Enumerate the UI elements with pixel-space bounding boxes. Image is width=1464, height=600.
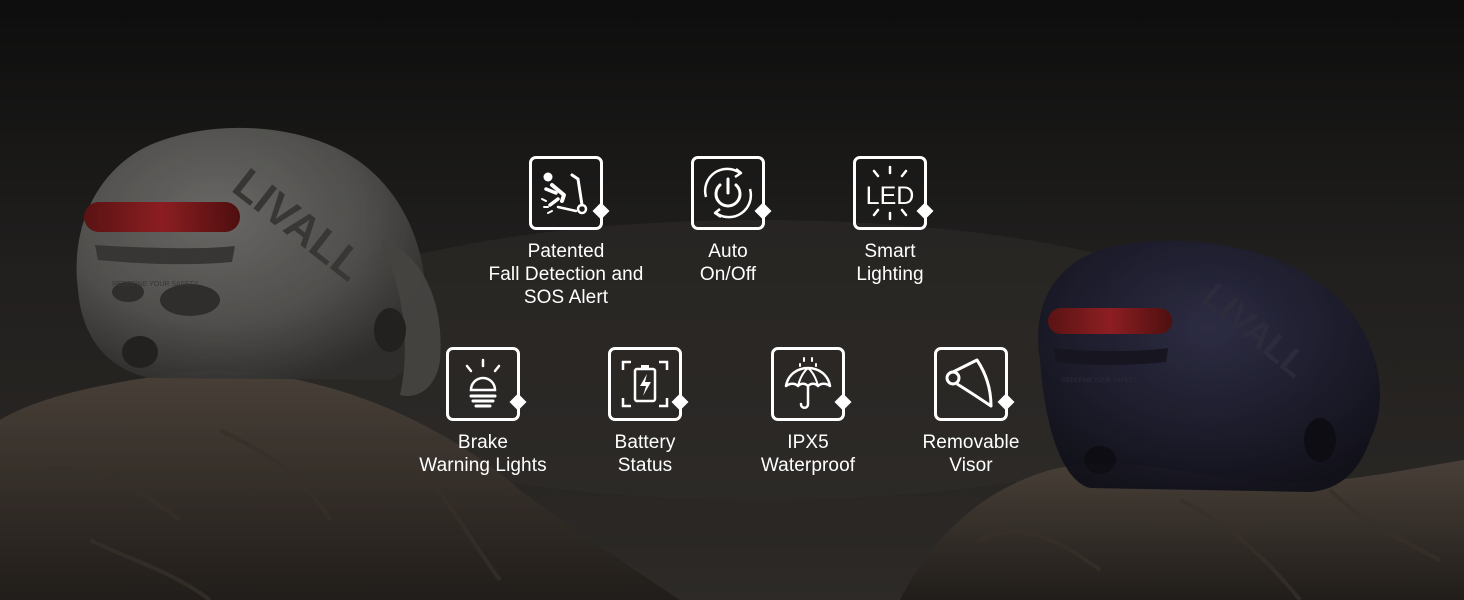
- power-cycle-icon: [703, 167, 753, 219]
- brake-light-icon: [465, 358, 501, 408]
- feature-label: Battery Status: [614, 432, 676, 476]
- power-cycle-icon-frame: [691, 156, 772, 230]
- feature-label: Brake Warning Lights: [419, 432, 547, 476]
- led-icon: LED: [866, 165, 915, 221]
- umbrella-icon-frame: [771, 347, 852, 421]
- feature-removable-visor: Removable Visor: [881, 347, 1061, 477]
- background-scene: LIVALL REDEFINE YOUR SAFETY LIVALL REDEF…: [0, 0, 1464, 600]
- led-icon-frame: LED: [853, 156, 934, 230]
- brake-light-icon-frame: [446, 347, 527, 421]
- feature-label: IPX5 Waterproof: [760, 432, 856, 476]
- battery-icon-frame: [608, 347, 689, 421]
- visor-icon: [945, 358, 993, 408]
- visor-icon-frame: [934, 347, 1015, 421]
- feature-label: Patented Fall Detection and SOS Alert: [488, 241, 644, 308]
- battery-icon: [621, 360, 669, 408]
- feature-label: Smart Lighting: [856, 241, 924, 285]
- fall-detection-icon: [541, 172, 588, 215]
- feature-brake-warning: Brake Warning Lights: [393, 347, 573, 477]
- fall-detection-icon-frame: [529, 156, 610, 230]
- svg-text:LED: LED: [866, 182, 915, 210]
- feature-battery-status: Battery Status: [555, 347, 735, 477]
- feature-fall-detection: Patented Fall Detection and SOS Alert: [476, 156, 656, 309]
- feature-waterproof: IPX5 Waterproof: [718, 347, 898, 477]
- feature-smart-lighting: LED Smart Lighting: [800, 156, 980, 286]
- feature-label: Auto On/Off: [699, 241, 757, 285]
- feature-auto-on-off: Auto On/Off: [638, 156, 818, 286]
- umbrella-icon: [784, 357, 832, 409]
- dark-overlay: [0, 0, 1464, 600]
- feature-label: Removable Visor: [922, 432, 1020, 476]
